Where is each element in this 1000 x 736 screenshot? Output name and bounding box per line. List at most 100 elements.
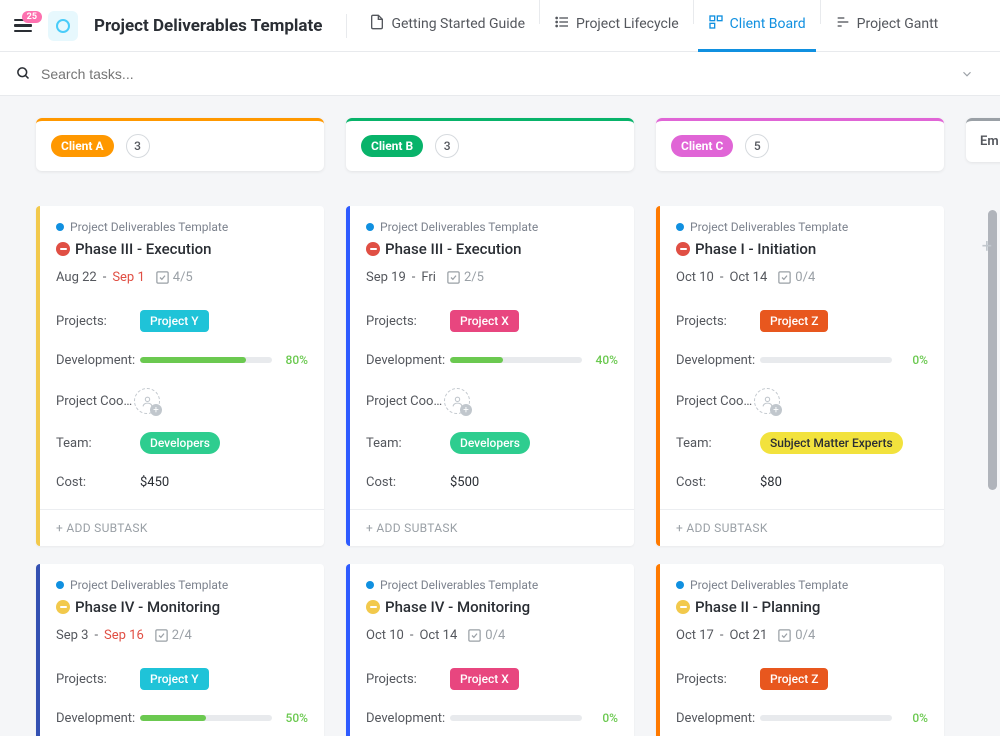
- field-label: Projects:: [676, 672, 760, 687]
- add-subtask-button[interactable]: + ADD SUBTASK: [660, 509, 944, 546]
- task-card[interactable]: Project Deliverables TemplatePhase I - I…: [656, 206, 944, 546]
- card-breadcrumb: Project Deliverables Template: [56, 220, 308, 234]
- development-field: Development:0%: [366, 699, 618, 736]
- notification-badge: 25: [22, 11, 42, 23]
- card-list: Project Deliverables Template Phase III -…: [346, 206, 634, 736]
- task-card[interactable]: Project Deliverables Template Phase III -…: [346, 206, 634, 546]
- priority-icon: [676, 600, 690, 614]
- start-date: Aug 22: [56, 270, 97, 285]
- menu-button[interactable]: 25: [14, 19, 32, 33]
- task-card[interactable]: Project Deliverables TemplatePhase II - …: [656, 564, 944, 736]
- tab-project-lifecycle[interactable]: Project Lifecycle: [544, 0, 689, 52]
- start-date: Oct 10: [676, 270, 714, 285]
- column-tag: Client A: [51, 135, 114, 157]
- card-list: Project Deliverables TemplatePhase I - I…: [656, 206, 944, 736]
- subtask-count: 2/5: [446, 270, 484, 285]
- progress-bar[interactable]: 80%: [140, 353, 308, 367]
- add-subtask-button[interactable]: + ADD SUBTASK: [40, 509, 324, 546]
- status-dot-icon: [366, 223, 374, 231]
- status-dot-icon: [366, 581, 374, 589]
- priority-icon: [56, 600, 70, 614]
- field-label: Development:: [366, 353, 450, 368]
- search-input[interactable]: [41, 66, 950, 82]
- card-title: Phase III - Execution: [366, 240, 618, 258]
- progress-bar[interactable]: 0%: [760, 711, 928, 725]
- field-label: Team:: [366, 436, 450, 451]
- team-pill[interactable]: Developers: [140, 432, 220, 454]
- assign-user-button[interactable]: [754, 388, 780, 414]
- project-pill[interactable]: Project Y: [140, 668, 209, 690]
- project-pill[interactable]: Project Y: [140, 310, 209, 332]
- development-field: Development:0%: [676, 341, 928, 379]
- add-subtask-button[interactable]: + ADD SUBTASK: [350, 509, 634, 546]
- board: Client A3Project Deliverables TemplatePh…: [0, 96, 1000, 736]
- date-row: Oct 10-Oct 140/4: [366, 628, 618, 643]
- priority-icon: [366, 242, 380, 256]
- team-field: Team:Subject Matter Experts: [676, 423, 928, 463]
- progress-bar[interactable]: 0%: [760, 353, 928, 367]
- add-icon[interactable]: +: [982, 236, 992, 257]
- field-label: Projects:: [676, 314, 760, 329]
- tab-icon: [708, 14, 724, 34]
- tab-label: Project Lifecycle: [576, 16, 679, 32]
- development-field: Development:80%: [56, 341, 308, 379]
- team-field: Team:Developers: [56, 423, 308, 463]
- field-label: Projects:: [56, 314, 140, 329]
- end-date: Sep 16: [104, 628, 144, 643]
- column-header[interactable]: Client B3: [346, 118, 634, 171]
- progress-percent: 50%: [280, 711, 308, 725]
- field-label: Development:: [56, 353, 140, 368]
- task-card[interactable]: Project Deliverables TemplatePhase III -…: [36, 206, 324, 546]
- column-client-c: Client C5 Project Deliverables TemplatePh…: [656, 118, 944, 714]
- team-pill[interactable]: Subject Matter Experts: [760, 432, 903, 454]
- field-label: Team:: [676, 436, 760, 451]
- card-title: Phase IV - Monitoring: [56, 598, 308, 616]
- chevron-down-icon[interactable]: [960, 67, 974, 81]
- coordinator-field: Project Coor...: [676, 379, 928, 423]
- column-tag: Client C: [671, 135, 733, 157]
- field-label: Project Coor...: [676, 394, 754, 409]
- project-pill[interactable]: Project X: [450, 310, 519, 332]
- coordinator-field: Project Coor...: [56, 379, 308, 423]
- subtask-count: 2/4: [154, 628, 192, 643]
- date-row: Oct 17-Oct 210/4: [676, 628, 928, 643]
- status-dot-icon: [56, 581, 64, 589]
- date-row: Aug 22-Sep 14/5: [56, 270, 308, 285]
- project-pill[interactable]: Project X: [450, 668, 519, 690]
- ring-icon: [56, 19, 70, 33]
- subtask-count: 4/5: [155, 270, 193, 285]
- field-label: Development:: [676, 711, 760, 726]
- assign-user-button[interactable]: [134, 388, 160, 414]
- task-card[interactable]: Project Deliverables TemplatePhase IV - …: [346, 564, 634, 736]
- team-pill[interactable]: Developers: [450, 432, 530, 454]
- progress-bar[interactable]: 0%: [450, 711, 618, 725]
- end-date: Oct 21: [729, 628, 767, 643]
- column-count: 3: [435, 134, 459, 158]
- column-header[interactable]: Client A 3: [36, 118, 324, 171]
- progress-bar[interactable]: 40%: [450, 353, 618, 367]
- tab-client-board[interactable]: Client Board: [698, 0, 816, 52]
- project-pill[interactable]: Project Z: [760, 668, 828, 690]
- task-card[interactable]: Project Deliverables TemplatePhase IV - …: [36, 564, 324, 736]
- card-breadcrumb: Project Deliverables Template: [366, 220, 618, 234]
- team-field: Team:Developers: [366, 423, 618, 463]
- project-pill[interactable]: Project Z: [760, 310, 828, 332]
- end-date: Fri: [421, 270, 436, 285]
- progress-bar[interactable]: 50%: [140, 711, 308, 725]
- column-header[interactable]: Client C5: [656, 118, 944, 171]
- status-dot-icon: [676, 581, 684, 589]
- field-label: Project Coor...: [56, 394, 134, 409]
- progress-percent: 0%: [590, 711, 618, 725]
- tab-project-gantt[interactable]: Project Gantt: [825, 0, 949, 52]
- tab-getting-started-guide[interactable]: Getting Started Guide: [359, 0, 535, 52]
- workspace-logo[interactable]: [48, 11, 78, 41]
- field-label: Projects:: [56, 672, 140, 687]
- field-label: Cost:: [676, 475, 760, 490]
- start-date: Oct 10: [366, 628, 404, 643]
- development-field: Development:40%: [366, 341, 618, 379]
- assign-user-button[interactable]: [444, 388, 470, 414]
- column-count: 3: [126, 134, 150, 158]
- field-label: Projects:: [366, 672, 450, 687]
- column-header[interactable]: Em: [966, 118, 1000, 162]
- projects-field: Projects:Project Y: [56, 301, 308, 341]
